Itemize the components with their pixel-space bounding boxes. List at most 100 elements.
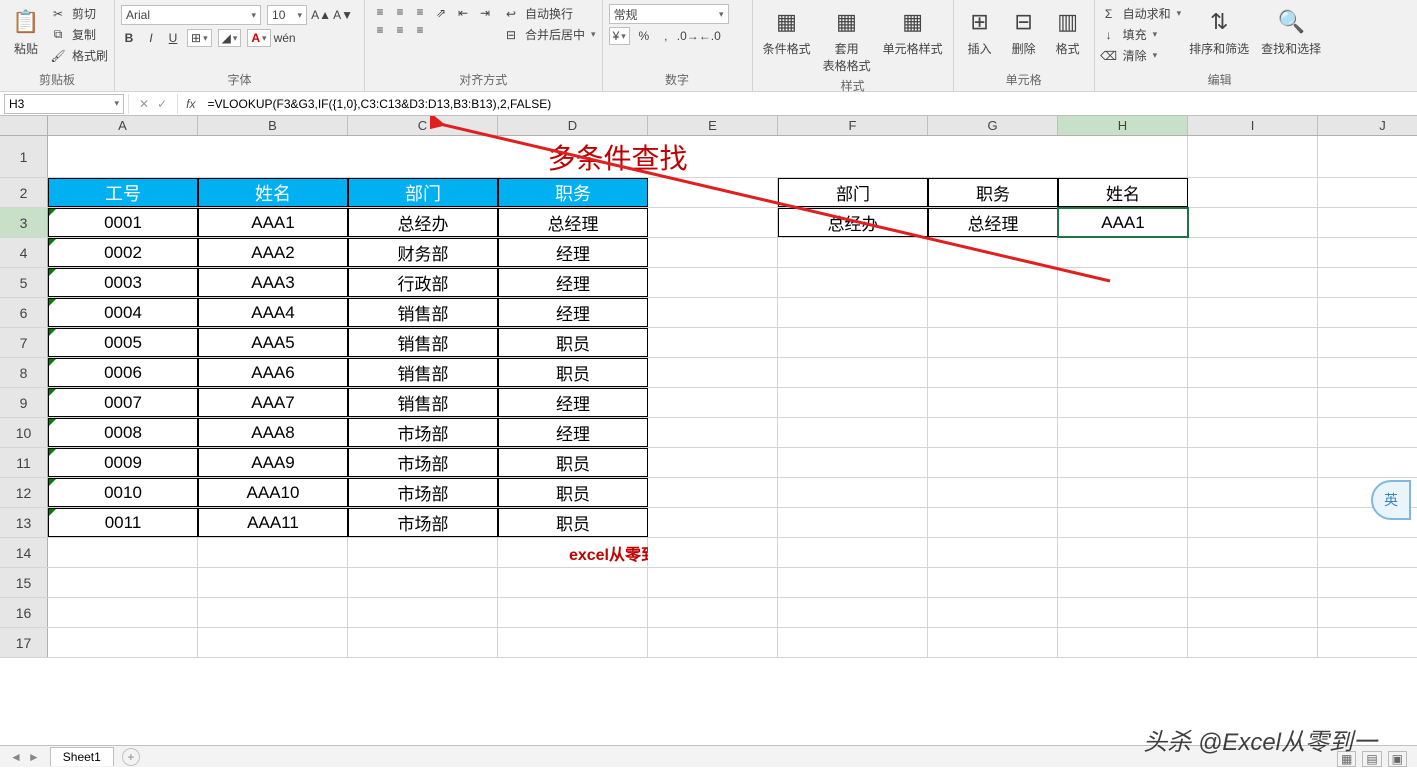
cell[interactable] (778, 388, 928, 417)
italic-button[interactable]: I (143, 30, 159, 46)
cell[interactable] (778, 298, 928, 327)
cell[interactable] (1318, 208, 1417, 237)
cell[interactable]: AAA11 (198, 508, 348, 537)
cell[interactable] (928, 418, 1058, 447)
ime-badge[interactable]: 英 (1371, 480, 1411, 520)
cell[interactable] (1058, 448, 1188, 477)
row-header[interactable]: 1 (0, 136, 48, 177)
cell[interactable] (778, 568, 928, 597)
cell[interactable] (1318, 448, 1417, 477)
align-left-icon[interactable]: ≡ (371, 22, 389, 38)
row-header[interactable]: 3 (0, 208, 48, 237)
cell[interactable] (928, 388, 1058, 417)
number-format-select[interactable]: 常规▾ (609, 4, 729, 24)
cell[interactable] (1058, 388, 1188, 417)
insert-button[interactable]: ⊞插入 (960, 4, 1000, 59)
cell[interactable] (928, 478, 1058, 507)
cell[interactable] (928, 508, 1058, 537)
cell[interactable] (1188, 418, 1318, 447)
cell[interactable]: 总经理 (928, 208, 1058, 237)
cell[interactable] (1318, 136, 1417, 177)
font-size-select[interactable]: 10▾ (267, 5, 307, 25)
cell[interactable] (928, 598, 1058, 627)
cell[interactable]: 部门 (778, 178, 928, 207)
cell[interactable]: 市场部 (348, 508, 498, 537)
cell[interactable] (1058, 478, 1188, 507)
cell[interactable] (1188, 358, 1318, 387)
cell[interactable]: 0002 (48, 238, 198, 267)
cell[interactable] (778, 508, 928, 537)
row-header[interactable]: 8 (0, 358, 48, 387)
increase-decimal-icon[interactable]: .0→ (680, 28, 696, 44)
indent-increase-icon[interactable]: ⇥ (477, 5, 493, 21)
cell[interactable] (348, 598, 498, 627)
bold-button[interactable]: B (121, 30, 137, 46)
cell[interactable] (198, 598, 348, 627)
cell[interactable] (1058, 508, 1188, 537)
cell[interactable] (48, 598, 198, 627)
column-header[interactable]: I (1188, 116, 1318, 135)
cell[interactable]: 0006 (48, 358, 198, 387)
cell[interactable]: AAA7 (198, 388, 348, 417)
cell[interactable]: 总经办 (778, 208, 928, 237)
cell[interactable] (1058, 628, 1188, 657)
cell[interactable] (648, 478, 778, 507)
cell[interactable] (1188, 538, 1318, 567)
cell[interactable] (778, 448, 928, 477)
cell[interactable] (1188, 628, 1318, 657)
cell[interactable] (648, 208, 778, 237)
cell[interactable]: 总经办 (348, 208, 498, 237)
cell[interactable] (1058, 568, 1188, 597)
cell[interactable] (1058, 238, 1188, 267)
align-right-icon[interactable]: ≡ (411, 22, 429, 38)
cell[interactable]: AAA4 (198, 298, 348, 327)
cell[interactable] (1318, 268, 1417, 297)
cell[interactable] (48, 628, 198, 657)
cell[interactable] (348, 628, 498, 657)
cell[interactable] (928, 238, 1058, 267)
row-header[interactable]: 17 (0, 628, 48, 657)
cell[interactable] (1058, 358, 1188, 387)
cell[interactable]: 0007 (48, 388, 198, 417)
clear-button[interactable]: ⌫清除▾ (1101, 46, 1182, 65)
cell[interactable] (778, 598, 928, 627)
cell[interactable] (1318, 328, 1417, 357)
row-header[interactable]: 15 (0, 568, 48, 597)
cell[interactable]: 市场部 (348, 478, 498, 507)
cell[interactable]: 职务 (928, 178, 1058, 207)
cell[interactable] (928, 268, 1058, 297)
column-header[interactable]: A (48, 116, 198, 135)
cell-styles-button[interactable]: ▦单元格样式 (879, 4, 947, 59)
row-header[interactable]: 2 (0, 178, 48, 207)
column-header[interactable]: C (348, 116, 498, 135)
cell[interactable]: 销售部 (348, 358, 498, 387)
cell[interactable]: 姓名 (1058, 178, 1188, 207)
cell[interactable] (498, 628, 648, 657)
cell[interactable] (498, 598, 648, 627)
row-header[interactable]: 13 (0, 508, 48, 537)
cell[interactable]: 经理 (498, 238, 648, 267)
align-center-icon[interactable]: ≡ (391, 22, 409, 38)
fill-button[interactable]: ↓填充▾ (1101, 25, 1182, 44)
cell[interactable] (1188, 268, 1318, 297)
cell[interactable] (648, 178, 778, 207)
cell[interactable]: 职员 (498, 448, 648, 477)
cell[interactable] (1188, 298, 1318, 327)
cell[interactable] (778, 628, 928, 657)
active-cell[interactable]: AAA1 (1058, 208, 1188, 237)
cell[interactable] (928, 328, 1058, 357)
cell[interactable] (348, 538, 498, 567)
cell[interactable] (1188, 136, 1318, 177)
title-cell[interactable]: 多条件查找 (48, 136, 1188, 177)
cell[interactable]: 经理 (498, 268, 648, 297)
cell[interactable]: AAA1 (198, 208, 348, 237)
cell[interactable]: 行政部 (348, 268, 498, 297)
cell[interactable]: 职员 (498, 328, 648, 357)
cell[interactable] (498, 568, 648, 597)
cell[interactable] (1318, 628, 1417, 657)
cell[interactable] (1188, 568, 1318, 597)
cell[interactable] (198, 538, 348, 567)
confirm-formula-icon[interactable]: ✓ (157, 97, 167, 111)
cell[interactable] (778, 418, 928, 447)
cell[interactable] (778, 358, 928, 387)
